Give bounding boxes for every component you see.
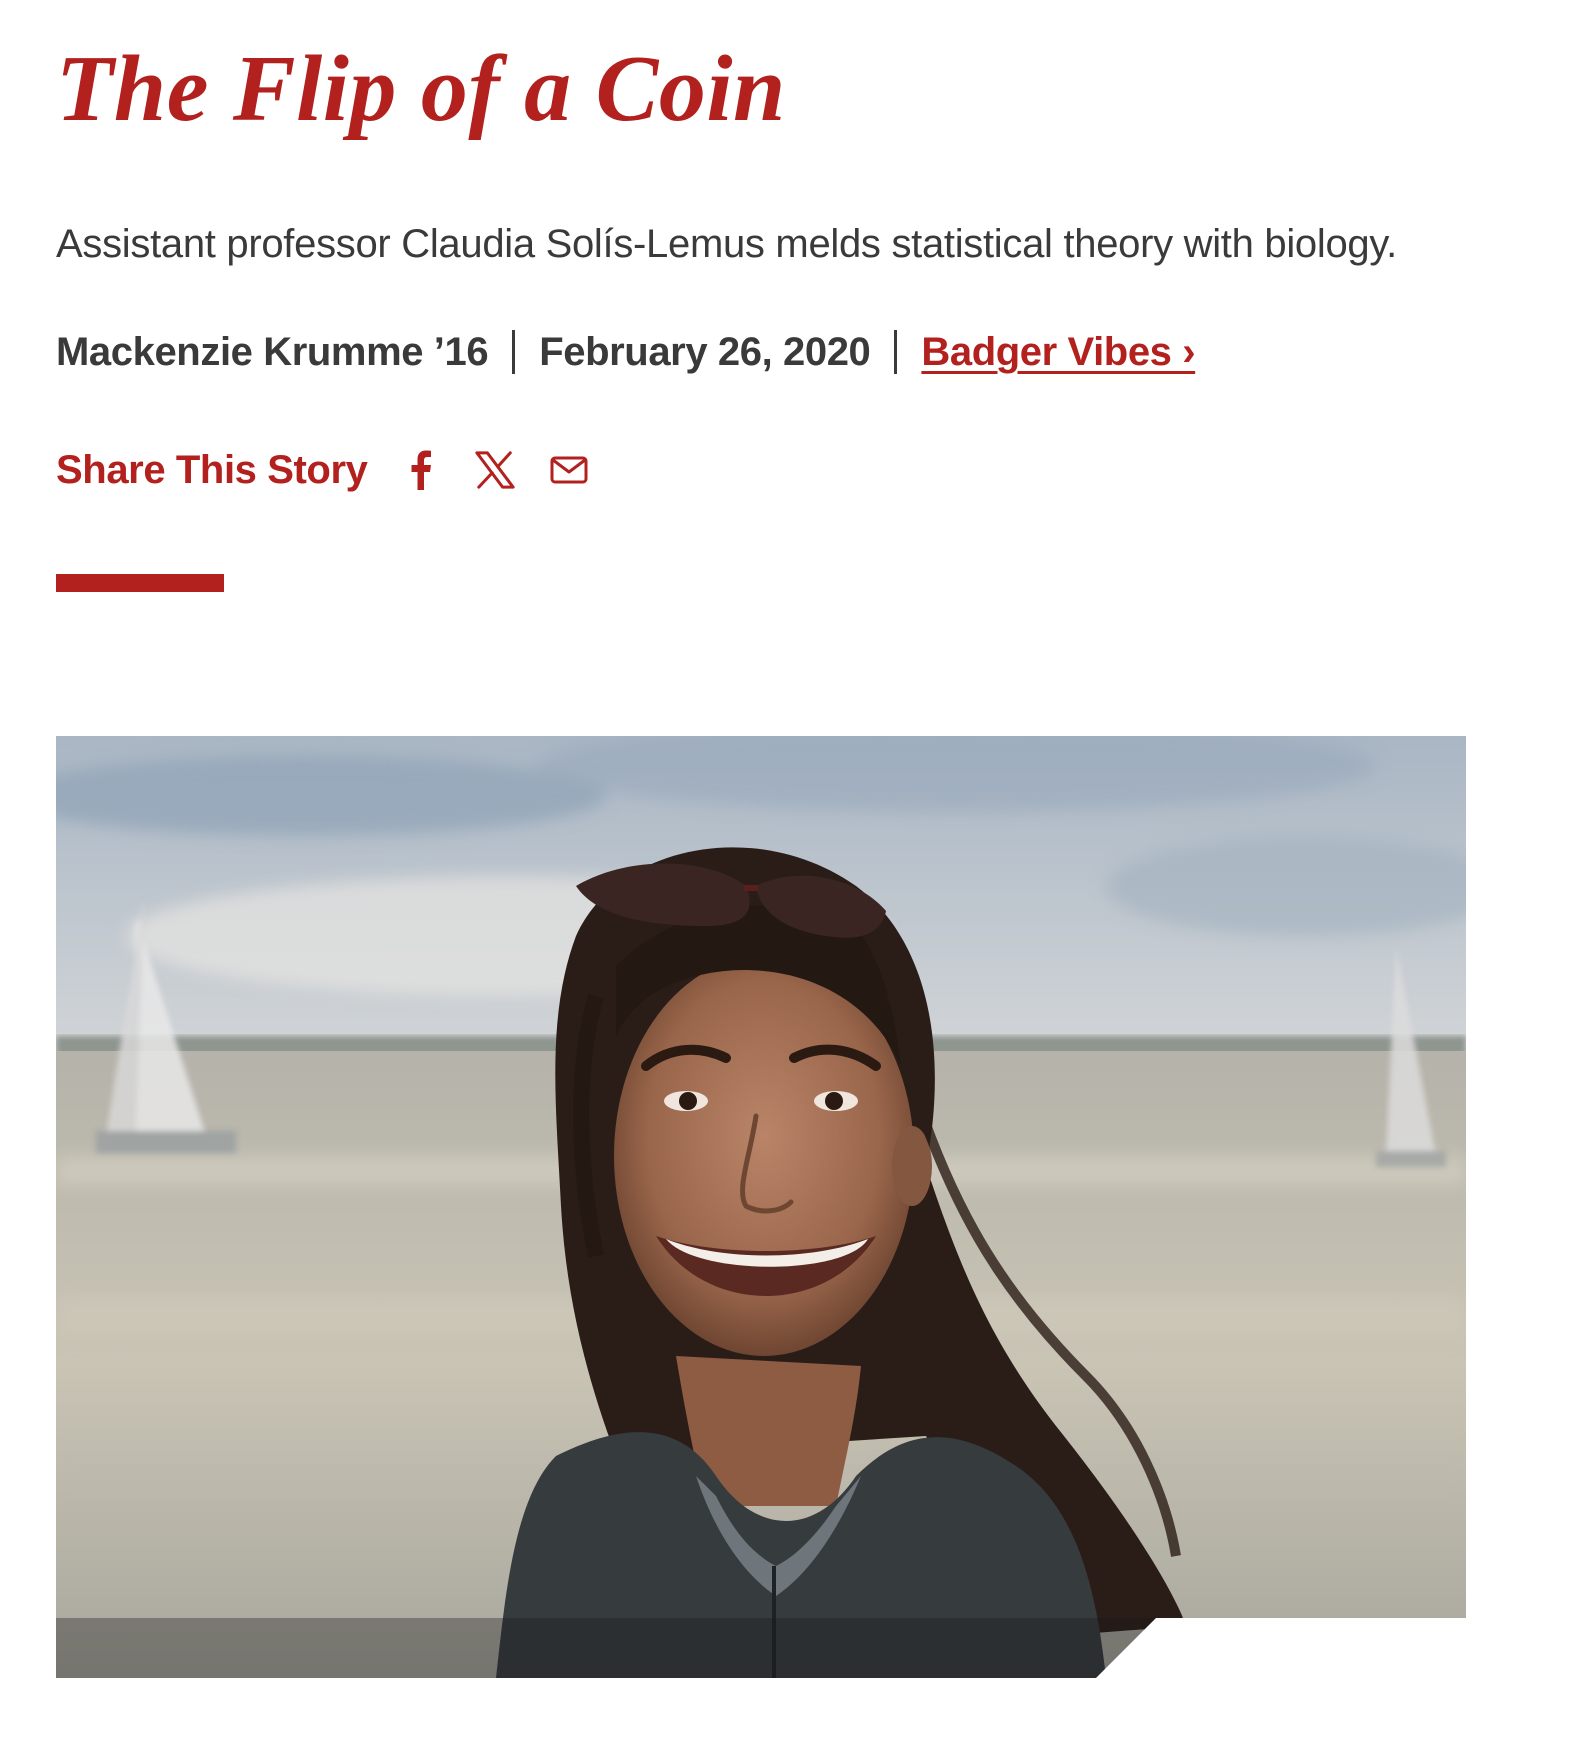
share-label: Share This Story [56,448,368,492]
share-bar: Share This Story [56,440,589,500]
hero-photo [56,736,1466,1678]
email-icon[interactable] [549,445,589,495]
portrait-photo [56,736,1466,1678]
section-rule [56,574,224,592]
category-link[interactable]: Badger Vibes › [921,322,1195,382]
byline: Mackenzie Krumme ’16 February 26, 2020 B… [56,322,1196,382]
article-deck: Assistant professor Claudia Solís-Lemus … [56,222,1397,266]
facebook-icon[interactable] [401,445,441,495]
byline-divider [894,330,898,374]
x-icon[interactable] [475,445,516,495]
article-title: The Flip of a Coin [56,37,786,141]
author-name: Mackenzie Krumme ’16 [56,330,489,374]
byline-divider [512,330,516,374]
publish-date: February 26, 2020 [539,330,871,374]
